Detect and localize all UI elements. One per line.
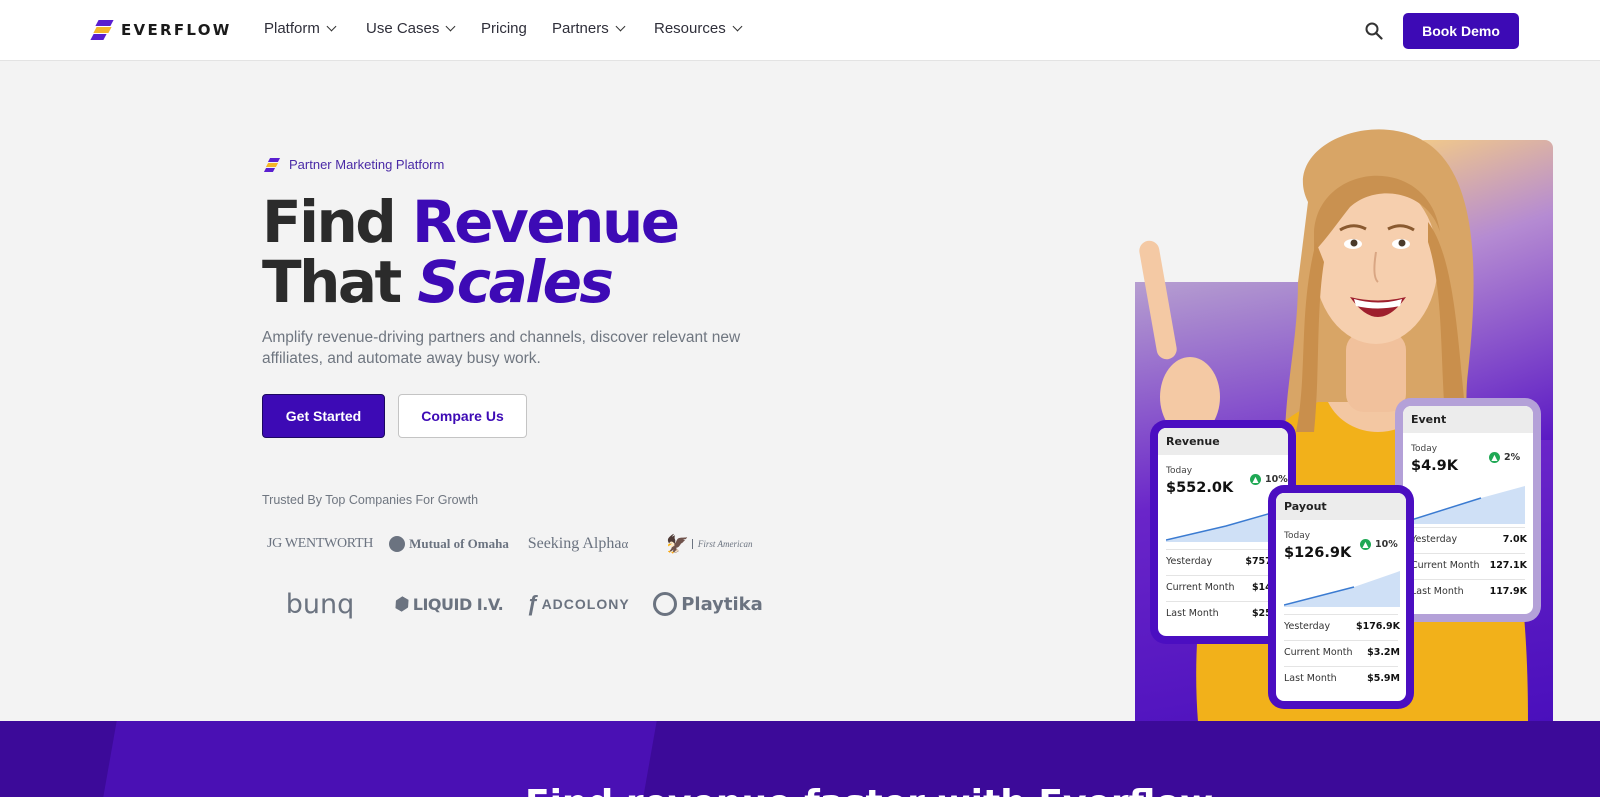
stat-row: Last Month 117.9K: [1411, 586, 1527, 597]
divider: [1411, 579, 1525, 580]
sparkline-chart: [1284, 571, 1400, 607]
client-logo-playtika: Playtika: [648, 588, 768, 620]
stat-row: Yesterday $757.4: [1166, 556, 1282, 567]
title-line1-plain: Find: [262, 188, 413, 256]
arrow-up-icon: ▲: [1250, 474, 1261, 485]
stat-row: Current Month $3.2M: [1284, 647, 1400, 658]
stat-row: Yesterday $176.9K: [1284, 621, 1400, 632]
change-percent: ▲ 10%: [1250, 474, 1288, 485]
divider: [1411, 527, 1525, 528]
stat-row: Last Month $5.9M: [1284, 673, 1400, 684]
divider: [1411, 553, 1525, 554]
client-logo-liquid-iv: LIQUID I.V.: [389, 588, 509, 620]
logo-wordmark: EVERFLOW: [121, 21, 232, 39]
client-logo-seeking-alpha: Seeking Alpha α: [527, 535, 629, 552]
book-demo-button[interactable]: Book Demo: [1403, 13, 1519, 49]
chevron-down-icon: [445, 21, 456, 32]
event-card: Event Today $4.9K ▲ 2% Yesterday 7.0K Cur…: [1395, 398, 1541, 622]
adcolony-mark-icon: ƒ: [526, 591, 540, 616]
arrow-up-icon: ▲: [1489, 452, 1500, 463]
badge-label: Partner Marketing Platform: [289, 157, 445, 172]
client-logo-bunq: bunq: [285, 588, 355, 620]
nav-item-label: Pricing: [481, 20, 527, 37]
change-percent: ▲ 10%: [1360, 539, 1398, 550]
alpha-symbol-icon: α: [621, 536, 629, 551]
top-navigation: EVERFLOW Platform Use Cases Pricing Part…: [0, 0, 1600, 61]
divider: [1166, 549, 1280, 550]
nav-item-resources[interactable]: Resources: [654, 20, 743, 37]
client-logo-adcolony: ƒ ADCOLONY: [526, 591, 630, 616]
change-percent: ▲ 2%: [1489, 452, 1520, 463]
search-icon[interactable]: [1365, 22, 1383, 40]
next-section-band: Find revenue faster with Everflow: [0, 721, 1600, 797]
eagle-icon: 🦅: [663, 533, 686, 554]
payout-card: Payout Today $126.9K ▲ 10% Yesterday $176…: [1268, 485, 1414, 709]
divider: [1284, 640, 1398, 641]
today-label: Today: [1166, 466, 1193, 476]
card-title: Payout: [1276, 493, 1406, 520]
stat-row: Last Month $25.9: [1166, 608, 1282, 619]
title-line2-accent: Scales: [417, 248, 614, 316]
today-value: $4.9K: [1411, 458, 1459, 474]
hero-subtitle: Amplify revenue-driving partners and cha…: [262, 329, 741, 367]
chevron-down-icon: [326, 21, 337, 32]
card-title: Revenue: [1158, 428, 1288, 455]
divider: [1166, 601, 1280, 602]
hero-title: Find Revenue That Scales: [262, 192, 680, 312]
nav-item-use-cases[interactable]: Use Cases: [366, 20, 456, 37]
nav-item-pricing[interactable]: Pricing: [481, 20, 527, 37]
divider: [1284, 666, 1398, 667]
everflow-logo-icon: [263, 157, 281, 172]
everflow-logo-icon: [90, 20, 114, 40]
sparkline-chart: [1411, 486, 1525, 524]
stat-row: Current Month $14.1: [1166, 582, 1282, 593]
divider: [1166, 575, 1280, 576]
stat-row: Current Month 127.1K: [1411, 560, 1527, 571]
nav-item-label: Partners: [552, 20, 609, 37]
divider: [1284, 614, 1398, 615]
chevron-down-icon: [732, 21, 743, 32]
nav-item-platform[interactable]: Platform: [264, 20, 337, 37]
client-logo-jg-wentworth: JG WENTWORTH: [266, 536, 374, 551]
card-title: Event: [1403, 406, 1533, 433]
client-logo-first-american: 🦅 First American: [663, 533, 753, 554]
chevron-down-icon: [615, 21, 626, 32]
arrow-up-icon: ▲: [1360, 539, 1371, 550]
today-label: Today: [1411, 444, 1438, 454]
client-logo-mutual-of-omaha: Mutual of Omaha: [389, 528, 509, 560]
today-label: Today: [1284, 531, 1311, 541]
trusted-by-label: Trusted By Top Companies For Growth: [262, 493, 479, 507]
hero-badge: Partner Marketing Platform: [263, 157, 445, 172]
stat-row: Yesterday 7.0K: [1411, 534, 1527, 545]
today-value: $552.0K: [1166, 480, 1234, 496]
playtika-emblem-icon: [653, 592, 678, 616]
today-value: $126.9K: [1284, 545, 1352, 561]
nav-item-label: Use Cases: [366, 20, 440, 37]
hexagon-icon: [392, 594, 411, 613]
omaha-emblem-icon: [389, 536, 406, 552]
payout-card-body: Payout Today $126.9K ▲ 10% Yesterday $176…: [1276, 493, 1406, 701]
next-section-title: Find revenue faster with Everflow: [525, 783, 1213, 797]
compare-us-button[interactable]: Compare Us: [398, 394, 527, 438]
nav-item-label: Platform: [264, 20, 320, 37]
title-line1-accent: Revenue: [412, 188, 680, 256]
nav-item-partners[interactable]: Partners: [552, 20, 626, 37]
event-card-body: Event Today $4.9K ▲ 2% Yesterday 7.0K Cur…: [1403, 406, 1533, 614]
everflow-logo[interactable]: EVERFLOW: [90, 20, 232, 40]
get-started-button[interactable]: Get Started: [262, 394, 385, 438]
nav-item-label: Resources: [654, 20, 726, 37]
title-line2-plain: That: [262, 248, 418, 316]
